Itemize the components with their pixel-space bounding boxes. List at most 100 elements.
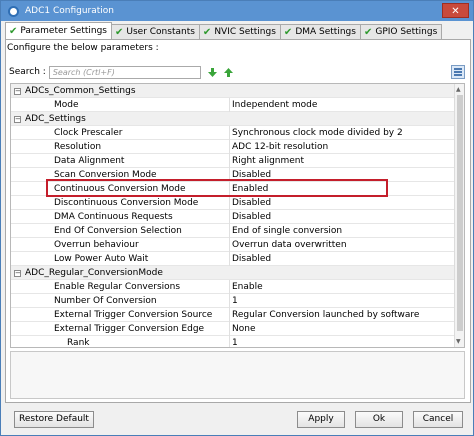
parameter-name: Scan Conversion Mode — [54, 169, 157, 180]
parameter-value[interactable]: 1 — [232, 296, 238, 306]
column-divider — [229, 238, 230, 252]
scroll-down-icon[interactable]: ▼ — [456, 338, 461, 345]
arrow-down-icon[interactable] — [207, 67, 217, 77]
parameter-value[interactable]: Regular Conversion launched by software — [232, 310, 419, 320]
arrow-up-icon[interactable] — [223, 67, 233, 77]
tab-label: GPIO Settings — [375, 27, 438, 37]
app-icon — [8, 5, 19, 17]
parameter-name: External Trigger Conversion Source — [54, 309, 213, 320]
parameter-row[interactable]: External Trigger Conversion Edge None — [11, 322, 455, 336]
restore-default-button[interactable]: Restore Default — [14, 411, 94, 428]
list-view-icon — [454, 68, 462, 76]
parameter-row[interactable]: End Of Conversion Selection End of single… — [11, 224, 455, 238]
group-name: ADCs_Common_Settings — [25, 85, 136, 96]
parameter-value[interactable]: ADC 12-bit resolution — [232, 142, 328, 152]
group-name: ADC_Settings — [25, 113, 86, 124]
parameter-name: Discontinuous Conversion Mode — [54, 197, 199, 208]
parameter-row[interactable]: Overrun behaviour Overrun data overwritte… — [11, 238, 455, 252]
parameter-value[interactable]: Independent mode — [232, 100, 317, 110]
parameter-value[interactable]: Synchronous clock mode divided by 2 — [232, 128, 403, 138]
scroll-up-icon[interactable]: ▲ — [456, 86, 461, 93]
parameter-row[interactable]: Enable Regular Conversions Enable — [11, 280, 455, 294]
parameter-value[interactable]: Disabled — [232, 212, 271, 222]
parameter-value[interactable]: Enable — [232, 282, 263, 292]
parameter-row[interactable]: Number Of Conversion 1 — [11, 294, 455, 308]
parameter-row[interactable]: Data Alignment Right alignment — [11, 154, 455, 168]
parameter-row[interactable]: Resolution ADC 12-bit resolution — [11, 140, 455, 154]
parameter-name: Enable Regular Conversions — [54, 281, 181, 292]
parameter-list: − ADCs_Common_Settings Mode Independent mod… — [11, 84, 455, 348]
column-divider — [229, 98, 230, 112]
search-label: Search : — [9, 67, 46, 77]
column-divider — [229, 280, 230, 294]
configure-label: Configure the below parameters : — [7, 43, 159, 53]
parameter-name: Data Alignment — [54, 155, 125, 166]
column-divider — [229, 224, 230, 238]
group-row[interactable]: − ADC_Settings — [11, 112, 455, 126]
ok-button[interactable]: Ok — [355, 411, 403, 428]
close-button[interactable]: ✕ — [442, 3, 469, 18]
parameter-row[interactable]: Low Power Auto Wait Disabled — [11, 252, 455, 266]
apply-button[interactable]: Apply — [297, 411, 345, 428]
parameter-name: Overrun behaviour — [54, 239, 139, 250]
parameter-row[interactable]: DMA Continuous Requests Disabled — [11, 210, 455, 224]
check-icon: ✔ — [283, 26, 293, 38]
parameter-value[interactable]: 1 — [232, 338, 238, 348]
tab-user-constants[interactable]: ✔ User Constants — [111, 24, 200, 39]
tab-bar: ✔ Parameter Settings ✔ User Constants ✔ … — [5, 22, 443, 39]
tab-gpio-settings[interactable]: ✔ GPIO Settings — [359, 24, 443, 39]
collapse-toggle-icon[interactable]: − — [14, 270, 21, 277]
tab-nvic-settings[interactable]: ✔ NVIC Settings — [198, 24, 281, 39]
check-icon: ✔ — [9, 25, 18, 37]
highlight-box — [46, 179, 388, 197]
view-toggle-button[interactable] — [451, 65, 465, 79]
column-divider — [229, 252, 230, 266]
parameter-value[interactable]: None — [232, 324, 255, 334]
vertical-scrollbar[interactable]: ▲ ▼ — [454, 84, 464, 347]
parameter-name: DMA Continuous Requests — [54, 211, 173, 222]
parameter-name: Number Of Conversion — [54, 295, 157, 306]
parameter-name: End Of Conversion Selection — [54, 225, 182, 236]
column-divider — [229, 308, 230, 322]
group-row[interactable]: − ADC_Regular_ConversionMode — [11, 266, 455, 280]
tab-label: DMA Settings — [295, 27, 356, 37]
tab-label: Parameter Settings — [20, 26, 107, 36]
column-divider — [229, 322, 230, 336]
parameter-value[interactable]: Disabled — [232, 254, 271, 264]
adc-config-window: ADC1 Configuration ✕ ✔ Parameter Setting… — [0, 0, 474, 436]
parameter-row[interactable]: Discontinuous Conversion Mode Disabled — [11, 196, 455, 210]
scrollbar-thumb[interactable] — [457, 95, 463, 331]
collapse-toggle-icon[interactable]: − — [14, 88, 21, 95]
parameter-row[interactable]: Clock Prescaler Synchronous clock mode di… — [11, 126, 455, 140]
parameter-row[interactable]: Rank 1 — [11, 336, 455, 348]
cancel-button[interactable]: Cancel — [413, 411, 463, 428]
tab-parameter-settings[interactable]: ✔ Parameter Settings — [5, 22, 112, 39]
parameter-grid: − ADCs_Common_Settings Mode Independent mod… — [10, 83, 465, 348]
tab-dma-settings[interactable]: ✔ DMA Settings — [279, 24, 361, 39]
parameter-name: External Trigger Conversion Edge — [54, 323, 205, 334]
column-divider — [229, 210, 230, 224]
tab-label: User Constants — [126, 27, 195, 37]
column-divider — [229, 140, 230, 154]
check-icon: ✔ — [115, 26, 124, 38]
column-divider — [229, 126, 230, 140]
check-icon: ✔ — [363, 26, 373, 38]
parameter-value[interactable]: Disabled — [232, 198, 271, 208]
group-name: ADC_Regular_ConversionMode — [25, 267, 163, 278]
column-divider — [229, 294, 230, 308]
parameter-name: Low Power Auto Wait — [54, 253, 149, 264]
title-bar[interactable]: ADC1 Configuration ✕ — [1, 1, 473, 21]
group-row[interactable]: − ADCs_Common_Settings — [11, 84, 455, 98]
parameter-value[interactable]: Overrun data overwritten — [232, 240, 347, 250]
parameter-value[interactable]: End of single conversion — [232, 226, 342, 236]
parameter-row[interactable]: External Trigger Conversion Source Regula… — [11, 308, 455, 322]
check-icon: ✔ — [202, 26, 212, 38]
tab-label: NVIC Settings — [214, 27, 276, 37]
parameter-value[interactable]: Disabled — [232, 170, 271, 180]
search-input[interactable] — [48, 65, 201, 79]
parameter-name: Resolution — [54, 141, 102, 152]
parameter-row[interactable]: Mode Independent mode — [11, 98, 455, 112]
parameter-name: Clock Prescaler — [54, 127, 123, 138]
parameter-value[interactable]: Right alignment — [232, 156, 304, 166]
collapse-toggle-icon[interactable]: − — [14, 116, 21, 123]
